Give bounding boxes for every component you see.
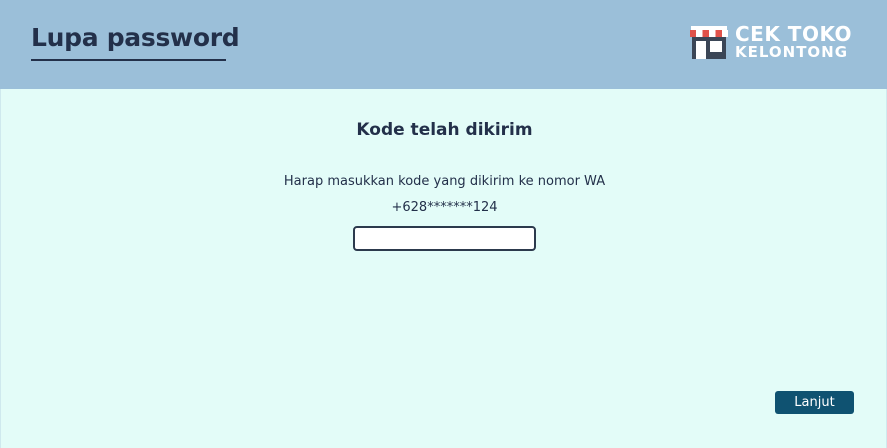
verification-code-input[interactable] xyxy=(353,226,536,251)
masked-phone-number: +628*******124 xyxy=(391,200,498,215)
section-heading: Kode telah dikirim xyxy=(356,120,533,140)
brand-logo: CEK TOKO KELONTONG xyxy=(689,24,859,62)
main-content: Kode telah dikirim Harap masukkan kode y… xyxy=(0,89,887,448)
logo-text-top: CEK TOKO xyxy=(735,22,853,46)
logo-text-bottom: KELONTONG xyxy=(735,43,849,61)
header-bar: Lupa password CEK TOKO KELONTONG xyxy=(0,0,887,89)
next-button[interactable]: Lanjut xyxy=(775,391,854,414)
page-title: Lupa password xyxy=(31,23,240,52)
instruction-text: Harap masukkan kode yang dikirim ke nomo… xyxy=(283,174,606,189)
store-icon xyxy=(690,26,728,59)
title-underline xyxy=(31,59,226,61)
